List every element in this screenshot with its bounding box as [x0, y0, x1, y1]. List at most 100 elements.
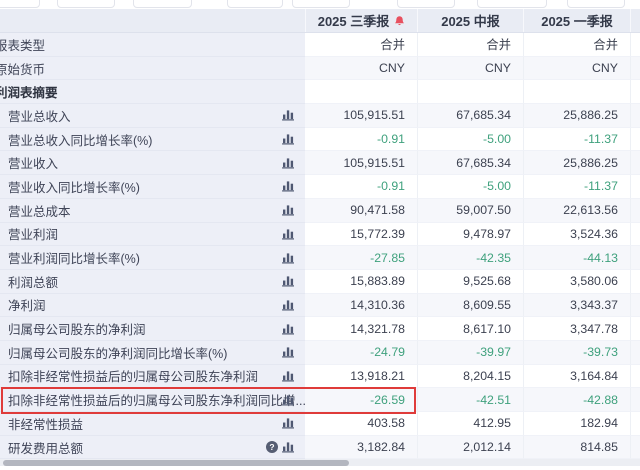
column-header-label: 2025 中报	[441, 11, 500, 30]
row-label-cell: 扣除非经常性损益后的归属母公司股东净利润同比增...	[0, 388, 305, 412]
value-cell: 3,182.84	[305, 436, 417, 460]
value-cell: 合并	[523, 33, 630, 57]
value-cell: CNY	[305, 57, 417, 81]
value-cell: 8,204.15	[417, 365, 523, 389]
value-cell: 3,580.06	[523, 270, 630, 294]
cut-column-cell	[630, 341, 640, 365]
value-cell: -39.73	[523, 341, 630, 365]
value-cell: 3,347.78	[523, 317, 630, 341]
help-icon[interactable]: ?	[266, 441, 278, 453]
row-label-cell: 扣除非经常性损益后的归属母公司股东净利润	[0, 365, 305, 389]
row-label-cell: 利润总额	[0, 270, 305, 294]
value-cell: 25,886.25	[523, 151, 630, 175]
row-label-cell: 营业利润	[0, 223, 305, 247]
value-cell: 67,685.34	[417, 104, 523, 128]
value-cell: 412.95	[417, 412, 523, 436]
value-cell: 8,609.55	[417, 294, 523, 318]
table-row: 营业总收入105,915.5167,685.3425,886.25	[0, 104, 640, 128]
financial-report-page: 2025 三季报2025 中报2025 一季报 报表类型合并合并合并原始货币CN…	[0, 0, 640, 470]
row-label: 利润总额	[8, 272, 58, 291]
cut-column-cell	[630, 175, 640, 199]
toolbar-button[interactable]	[397, 0, 455, 8]
chart-icon[interactable]	[282, 394, 295, 405]
chart-icon[interactable]	[282, 205, 295, 216]
value-cell: 67,685.34	[417, 151, 523, 175]
row-label-cell: 研发费用总额?	[0, 436, 305, 460]
chart-icon[interactable]	[282, 134, 295, 145]
table-row: 非经常性损益403.58412.95182.94	[0, 412, 640, 436]
value-cell: 25,886.25	[523, 104, 630, 128]
cut-column-cell	[630, 436, 640, 460]
row-label: 报表类型	[0, 35, 45, 54]
value-cell: 3,524.36	[523, 223, 630, 247]
chart-icon[interactable]	[282, 299, 295, 310]
row-label: 研发费用总额	[8, 438, 83, 457]
chart-icon[interactable]	[282, 276, 295, 287]
row-label-cell: 原始货币	[0, 57, 305, 81]
table-row: 归属母公司股东的净利润14,321.788,617.103,347.78	[0, 317, 640, 341]
toolbar-button[interactable]	[567, 0, 625, 8]
chart-icon[interactable]	[282, 370, 295, 381]
value-cell: -24.79	[305, 341, 417, 365]
toolbar-button[interactable]	[477, 0, 547, 8]
row-label: 利润表摘要	[0, 82, 58, 101]
column-header: 2025 三季报	[305, 9, 417, 32]
value-cell	[523, 80, 630, 104]
value-cell: 814.85	[523, 436, 630, 460]
row-label-cell: 营业总成本	[0, 199, 305, 223]
chart-icon[interactable]	[282, 110, 295, 121]
table-row: 营业总成本90,471.5859,007.5022,613.56	[0, 199, 640, 223]
value-cell: -26.59	[305, 388, 417, 412]
cut-column-cell	[630, 80, 640, 104]
value-cell: 13,918.21	[305, 365, 417, 389]
table-row: 归属母公司股东的净利润同比增长率(%)-24.79-39.97-39.73	[0, 341, 640, 365]
value-cell: 14,321.78	[305, 317, 417, 341]
hscrollbar-thumb[interactable]	[3, 460, 349, 466]
value-cell: 90,471.58	[305, 199, 417, 223]
table-row: 营业利润同比增长率(%)-27.85-42.35-44.13	[0, 246, 640, 270]
row-label-cell: 营业总收入	[0, 104, 305, 128]
row-label-cell: 营业收入	[0, 151, 305, 175]
chart-icon[interactable]	[282, 252, 295, 263]
chart-icon[interactable]	[282, 418, 295, 429]
cut-column-cell	[630, 57, 640, 81]
horizontal-scrollbar[interactable]	[0, 459, 640, 466]
value-cell: 合并	[305, 33, 417, 57]
column-header-label: 2025 三季报	[318, 11, 390, 30]
cut-column-cell	[630, 151, 640, 175]
row-label-cell: 报表类型	[0, 33, 305, 57]
cut-column-cell	[630, 294, 640, 318]
toolbar-button[interactable]	[292, 0, 350, 8]
toolbar-button[interactable]	[227, 0, 283, 8]
chart-icon[interactable]	[282, 442, 295, 453]
column-header: 2025 一季报	[523, 9, 630, 32]
table-row: 净利润14,310.368,609.553,343.37	[0, 294, 640, 318]
value-cell	[417, 80, 523, 104]
table-row: 利润总额15,883.899,525.683,580.06	[0, 270, 640, 294]
toolbar-button[interactable]	[0, 0, 40, 8]
value-cell: -11.37	[523, 175, 630, 199]
chart-icon[interactable]	[282, 157, 295, 168]
row-label: 营业总收入同比增长率(%)	[8, 130, 152, 149]
row-label-cell: 净利润	[0, 294, 305, 318]
table-row: 研发费用总额?3,182.842,012.14814.85	[0, 436, 640, 460]
header-cut-column	[630, 9, 640, 32]
row-label-cell: 营业利润同比增长率(%)	[0, 246, 305, 270]
toolbar-button[interactable]	[133, 0, 192, 8]
bell-icon[interactable]	[394, 15, 405, 27]
table-row: 扣除非经常性损益后的归属母公司股东净利润13,918.218,204.153,1…	[0, 365, 640, 389]
value-cell: CNY	[417, 57, 523, 81]
cut-column-cell	[630, 223, 640, 247]
row-label: 营业利润同比增长率(%)	[8, 248, 140, 267]
toolbar-button[interactable]	[57, 0, 115, 8]
chart-icon[interactable]	[282, 228, 295, 239]
table-row: 营业收入105,915.5167,685.3425,886.25	[0, 151, 640, 175]
chart-icon[interactable]	[282, 181, 295, 192]
chart-icon[interactable]	[282, 347, 295, 358]
value-cell: -42.35	[417, 246, 523, 270]
value-cell: -5.00	[417, 128, 523, 152]
value-cell: -27.85	[305, 246, 417, 270]
table-row: 利润表摘要	[0, 80, 640, 104]
cut-column-cell	[630, 412, 640, 436]
chart-icon[interactable]	[282, 323, 295, 334]
